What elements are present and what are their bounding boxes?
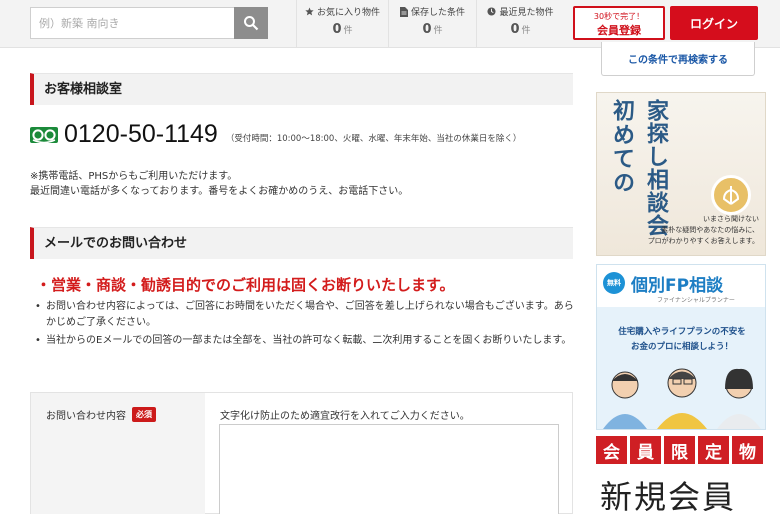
inquiry-textarea[interactable]: [219, 424, 559, 514]
banner2-title: 個別FP相談: [631, 276, 724, 296]
banner3-char: 会: [596, 436, 627, 464]
search-input[interactable]: [31, 8, 235, 38]
recently-viewed-count: 0: [510, 22, 520, 37]
banner3-char: 物: [732, 436, 763, 464]
banner1-desc2: 素朴な疑問やあなたの悩みに、: [661, 226, 759, 234]
recently-viewed-unit: 件: [521, 26, 531, 36]
register-subtext: 30秒で完了！: [593, 12, 645, 21]
banner3-char: 員: [630, 436, 661, 464]
recently-viewed-stat[interactable]: 最近見た物件 0件: [476, 0, 564, 48]
freedial-icon: [30, 126, 58, 143]
favorites-unit: 件: [343, 26, 353, 36]
favorites-label: お気に入り物件: [316, 8, 380, 18]
sales-warning: ・営業・商談・勧誘目的でのご利用は固くお断りいたします。: [36, 276, 455, 294]
leaf-logo-icon: [711, 175, 751, 215]
required-badge: 必須: [132, 407, 156, 422]
favorites-stat[interactable]: お気に入り物件 0件: [296, 0, 388, 48]
document-icon: [399, 6, 408, 17]
form-label-column: お問い合わせ内容 必須: [31, 393, 205, 514]
register-button[interactable]: 30秒で完了！ 会員登録: [573, 6, 665, 40]
recently-viewed-label: 最近見た物件: [499, 8, 554, 18]
response-note: お問い合わせ内容によっては、ご回答にお時間をいただく場合や、ご回答を差し上げられ…: [35, 299, 574, 331]
banner2-subtitle: ファイナンシャルプランナー: [657, 297, 735, 304]
header-bar: お気に入り物件 0件 保存した条件 0件 最近見た物件 0件 30秒で完了！ 会…: [0, 0, 780, 48]
members-only-banner[interactable]: 会 員 限 定 物 件 新規会員: [596, 436, 766, 514]
saved-conditions-count: 0: [422, 22, 432, 37]
favorites-count: 0: [332, 22, 342, 37]
login-button[interactable]: ログイン: [670, 6, 758, 40]
banner3-char: 定: [698, 436, 729, 464]
banner1-desc3: プロがわかりやすくお答えします。: [647, 237, 759, 245]
banner3-headline: 新規会員: [600, 478, 737, 514]
mobile-note: ※携帯電話、PHSからもご利用いただけます。: [30, 171, 238, 182]
clock-icon: [487, 7, 497, 16]
house-hunting-consultation-banner[interactable]: 初めての 家探し相談会 いまさら聞けない 素朴な疑問やあなたの悩みに、 プロがわ…: [596, 92, 766, 256]
inquiry-form: お問い合わせ内容 必須 文字化け防止のため適宜改行を入れてご入力ください。: [30, 392, 573, 514]
form-hint: 文字化け防止のため適宜改行を入れてご入力ください。: [220, 411, 470, 422]
banner1-title-col1: 初めての: [609, 99, 634, 195]
consultation-heading: お客様相談室: [30, 73, 573, 105]
saved-conditions-label: 保存した条件: [410, 8, 465, 18]
banner3-char: 限: [664, 436, 695, 464]
phone-number[interactable]: 0120-50-1149: [64, 120, 218, 149]
wrong-number-note: 最近間違い電話が多くなっております。番号をよくお確かめのうえ、お電話下さい。: [30, 186, 409, 197]
search-box: [30, 7, 268, 39]
advisors-illustration-icon: [603, 368, 761, 429]
phone-hours: （受付時間：10:00～18:00、火曜、水曜、年末年始、当社の休業日を除く）: [225, 133, 522, 144]
register-label: 会員登録: [597, 24, 641, 37]
banner1-desc1: いまさら聞けない: [703, 215, 759, 223]
search-button[interactable]: [234, 7, 268, 39]
repost-note: 当社からのEメールでの回答の一部または全部を、当社の許可なく転載、二次利用するこ…: [35, 333, 574, 349]
search-icon: [244, 16, 259, 31]
re-search-button[interactable]: この条件で再検索する: [601, 42, 755, 76]
banner2-copy1: 住宅購入やライフプランの不安を: [618, 327, 746, 337]
fp-consultation-banner[interactable]: 無料 個別FP相談 ファイナンシャルプランナー 住宅購入やライフプランの不安を …: [596, 264, 766, 430]
saved-conditions-unit: 件: [433, 26, 443, 36]
inquiry-content-label: お問い合わせ内容: [46, 411, 126, 422]
free-badge: 無料: [603, 272, 625, 294]
star-icon: [305, 7, 314, 16]
banner2-copy2: お金のプロに相談しよう！: [630, 342, 733, 352]
phone-row: 0120-50-1149 （受付時間：10:00～18:00、火曜、水曜、年末年…: [30, 120, 521, 149]
saved-conditions-stat[interactable]: 保存した条件 0件: [388, 0, 476, 48]
mail-heading: メールでのお問い合わせ: [30, 227, 573, 259]
